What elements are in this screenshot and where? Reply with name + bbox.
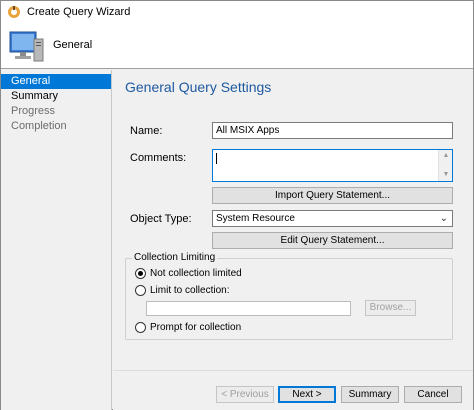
browse-button: Browse... (365, 300, 416, 316)
radio-unchecked-icon[interactable] (135, 285, 146, 296)
limit-to-collection-label: Limit to collection: (150, 285, 230, 296)
comments-field[interactable]: ▲ ▼ (212, 149, 453, 182)
collection-limiting-group: Collection Limiting Not collection limit… (125, 252, 453, 340)
wizard-footer: < Previous Next > Summary Cancel (113, 370, 473, 410)
text-caret (216, 153, 217, 164)
object-type-label: Object Type: (130, 213, 192, 225)
title-bar: Create Query Wizard (1, 1, 473, 23)
limit-to-collection-option[interactable]: Limit to collection: (135, 285, 229, 296)
banner-title: General (53, 39, 93, 51)
scroll-down-icon[interactable]: ▼ (442, 171, 450, 179)
scroll-up-icon[interactable]: ▲ (442, 152, 450, 160)
not-collection-limited-label: Not collection limited (150, 268, 242, 279)
wizard-steps: General Summary Progress Completion (1, 70, 112, 410)
prompt-for-collection-option[interactable]: Prompt for collection (135, 322, 241, 333)
collection-limiting-legend: Collection Limiting (132, 252, 218, 263)
prompt-for-collection-label: Prompt for collection (150, 322, 242, 333)
summary-button[interactable]: Summary (341, 386, 399, 403)
import-query-statement-button[interactable]: Import Query Statement... (212, 187, 453, 204)
edit-query-statement-button[interactable]: Edit Query Statement... (212, 232, 453, 249)
step-completion: Completion (11, 120, 67, 132)
cancel-button[interactable]: Cancel (404, 386, 462, 403)
object-type-select[interactable]: System Resource ⌄ (212, 210, 453, 227)
previous-button: < Previous (216, 386, 274, 403)
window-title: Create Query Wizard (27, 6, 131, 18)
radio-checked-icon[interactable] (135, 268, 146, 279)
main-panel: General Query Settings Name: All MSIX Ap… (113, 70, 473, 370)
not-collection-limited-option[interactable]: Not collection limited (135, 268, 242, 279)
step-progress: Progress (11, 105, 56, 117)
comments-scrollbar[interactable]: ▲ ▼ (438, 150, 452, 181)
computer-icon (9, 31, 44, 62)
chevron-down-icon: ⌄ (439, 213, 448, 224)
wizard-window: Create Query Wizard General General Summ… (0, 0, 474, 410)
comments-label: Comments: (130, 152, 187, 164)
step-summary[interactable]: Summary (1, 89, 111, 104)
radio-unchecked-icon[interactable] (135, 322, 146, 333)
object-type-value: System Resource (216, 213, 295, 224)
name-field[interactable]: All MSIX Apps (212, 122, 453, 139)
step-general[interactable]: General (1, 74, 111, 89)
name-label: Name: (130, 125, 163, 137)
collection-field (146, 301, 351, 316)
page-title: General Query Settings (125, 79, 272, 95)
wizard-banner: General (1, 23, 473, 69)
next-button[interactable]: Next > (278, 386, 336, 403)
config-manager-icon (8, 6, 20, 18)
